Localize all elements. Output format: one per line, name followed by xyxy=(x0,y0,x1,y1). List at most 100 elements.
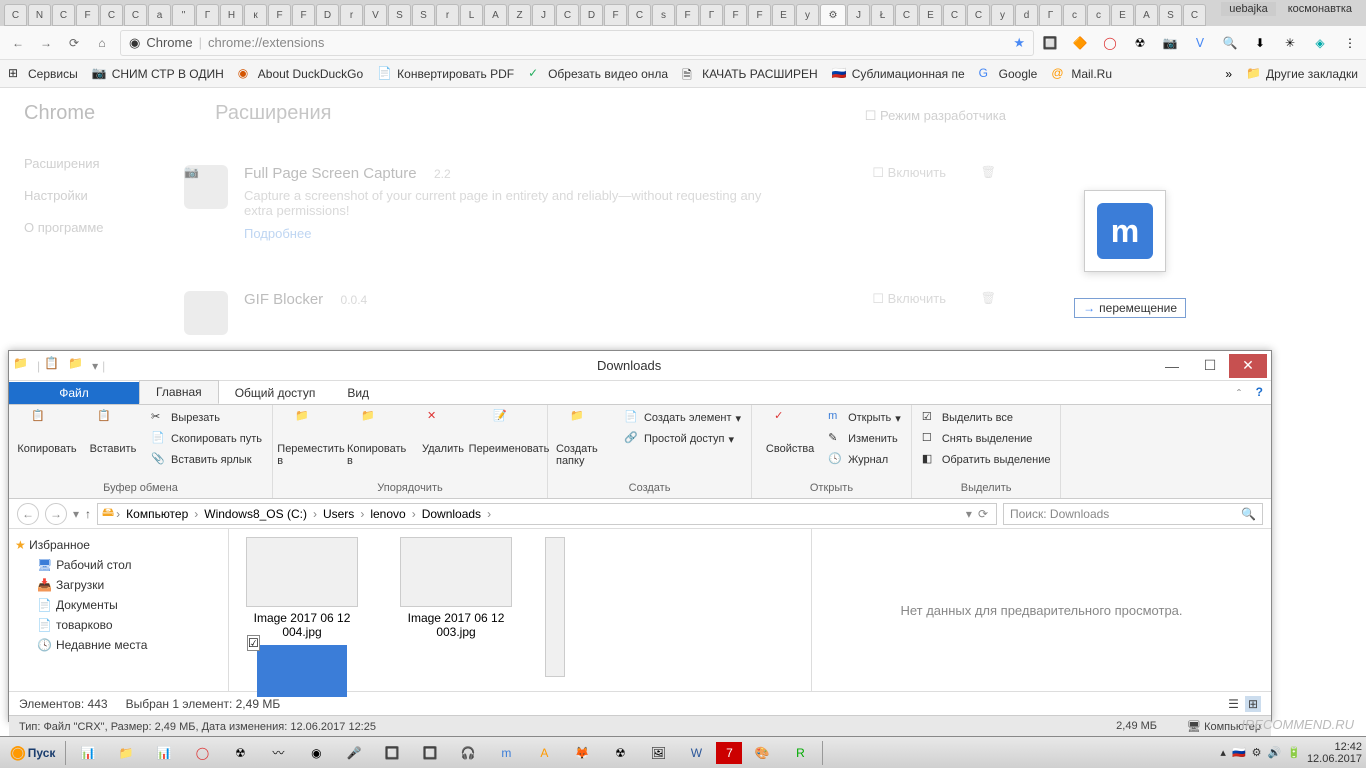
easyaccess-button[interactable]: 🔗Простой доступ ▾ xyxy=(622,430,743,448)
tab[interactable]: A xyxy=(484,4,507,26)
start-button[interactable]: ◉Пуск xyxy=(4,739,61,767)
tab[interactable]: F xyxy=(724,4,747,26)
copyto-button[interactable]: 📁Копировать в xyxy=(347,409,407,467)
reload-button[interactable]: ⟳ xyxy=(64,33,84,53)
history-button[interactable]: 🕓Журнал xyxy=(826,451,903,469)
tab[interactable]: D xyxy=(316,4,339,26)
pasteshortcut-button[interactable]: 📎Вставить ярлык xyxy=(149,451,264,469)
tab[interactable]: S xyxy=(412,4,435,26)
tab[interactable]: " xyxy=(172,4,195,26)
crumb[interactable]: Downloads xyxy=(418,507,485,521)
taskbar-icon[interactable]: 📁 xyxy=(108,739,144,767)
tab[interactable]: y xyxy=(991,4,1014,26)
tab[interactable]: Г xyxy=(1039,4,1062,26)
taskbar-icon[interactable]: 🎧 xyxy=(450,739,486,767)
tab[interactable]: F xyxy=(604,4,627,26)
minimize-button[interactable]: — xyxy=(1153,354,1191,378)
address-bar[interactable]: ◉ Chrome | chrome://extensions ★ xyxy=(120,30,1034,56)
crumb[interactable]: Windows8_OS (C:) xyxy=(200,507,311,521)
taskbar-icon[interactable]: 7 xyxy=(716,742,742,764)
user-tag[interactable]: космонавтка xyxy=(1280,2,1360,16)
tab[interactable]: a xyxy=(148,4,171,26)
ext-icon[interactable]: 🔍 xyxy=(1222,35,1238,51)
tab-home[interactable]: Главная xyxy=(139,380,219,404)
taskbar-icon[interactable]: R xyxy=(782,739,818,767)
taskbar-icon[interactable]: 🔲 xyxy=(412,739,448,767)
newfolder-button[interactable]: 📁Создать папку xyxy=(556,409,616,467)
enable-toggle[interactable]: ☐ Включить xyxy=(872,165,946,181)
tab[interactable]: A xyxy=(1135,4,1158,26)
taskbar-icon[interactable]: 🎤 xyxy=(336,739,372,767)
tab[interactable]: Г xyxy=(196,4,219,26)
tab[interactable]: J xyxy=(847,4,870,26)
taskbar-icon[interactable]: m xyxy=(488,739,524,767)
tab[interactable]: r xyxy=(436,4,459,26)
tab[interactable]: D xyxy=(580,4,603,26)
tab[interactable]: C xyxy=(52,4,75,26)
close-button[interactable]: ✕ xyxy=(1229,354,1267,378)
crumb[interactable]: Компьютер xyxy=(122,507,192,521)
ext-icon[interactable]: ◈ xyxy=(1312,35,1328,51)
rename-button[interactable]: 📝Переименовать xyxy=(479,409,539,455)
tab[interactable]: C xyxy=(1183,4,1206,26)
file-item[interactable]: Image 2017 06 12 004.jpg xyxy=(237,537,367,639)
tab[interactable]: E xyxy=(1111,4,1134,26)
nav-item[interactable]: 📄товарково xyxy=(15,615,222,635)
ext-icon[interactable]: 🔶 xyxy=(1072,35,1088,51)
taskbar-icon[interactable]: 🎨 xyxy=(744,739,780,767)
tab[interactable]: r xyxy=(340,4,363,26)
taskbar-icon[interactable]: 📊 xyxy=(70,739,106,767)
tab-file[interactable]: Файл xyxy=(9,382,139,404)
bookmark[interactable]: 📄Конвертировать PDF xyxy=(377,66,514,82)
bookmark[interactable]: 🇷🇺Сублимационная пе xyxy=(832,66,965,82)
tray-icon[interactable]: 🔊 xyxy=(1268,746,1282,759)
crumb[interactable]: Users xyxy=(319,507,358,521)
invertselect-button[interactable]: ◧Обратить выделение xyxy=(920,451,1053,469)
nav-item[interactable]: 📥Загрузки xyxy=(15,575,222,595)
ext-icon[interactable]: ⬇ xyxy=(1252,35,1268,51)
star-icon[interactable]: ★ xyxy=(1013,35,1025,51)
up-button[interactable]: ↑ xyxy=(85,507,91,521)
taskbar-icon[interactable]: ☢ xyxy=(222,739,258,767)
qat-icon[interactable]: 📋 xyxy=(44,356,64,376)
bookmark[interactable]: ✓Обрезать видео онла xyxy=(528,66,668,82)
view-thumb-icon[interactable]: ⊞ xyxy=(1245,696,1261,712)
tab[interactable]: V xyxy=(364,4,387,26)
refresh-button[interactable]: ⟳ xyxy=(978,507,988,521)
delete-button[interactable]: ✕Удалить xyxy=(413,409,473,455)
tab-share[interactable]: Общий доступ xyxy=(219,382,332,404)
nav-item[interactable]: 🕓Недавние места xyxy=(15,635,222,655)
tab[interactable]: J xyxy=(532,4,555,26)
taskbar-icon[interactable]: 🔲 xyxy=(374,739,410,767)
tab[interactable]: S xyxy=(388,4,411,26)
newitem-button[interactable]: 📄Создать элемент ▾ xyxy=(622,409,743,427)
nav-item[interactable]: 🖥Рабочий стол xyxy=(15,555,222,575)
clock-date[interactable]: 12.06.2017 xyxy=(1307,753,1362,765)
search-input[interactable]: Поиск: Downloads🔍 xyxy=(1003,503,1263,525)
tab[interactable]: C xyxy=(100,4,123,26)
tab[interactable]: C xyxy=(4,4,27,26)
crumb[interactable]: lenovo xyxy=(366,507,409,521)
tray-icon[interactable]: 🇷🇺 xyxy=(1232,746,1246,759)
tab[interactable]: L xyxy=(460,4,483,26)
taskbar-icon[interactable]: 📊 xyxy=(146,739,182,767)
tab[interactable]: d xyxy=(1015,4,1038,26)
bookmark-other[interactable]: 📁Другие закладки xyxy=(1246,66,1358,82)
sidebar-item[interactable]: О программе xyxy=(24,212,104,244)
tab-view[interactable]: Вид xyxy=(331,382,385,404)
sidebar-item[interactable]: Настройки xyxy=(24,180,104,212)
tray-icon[interactable]: 🔋 xyxy=(1287,746,1301,759)
tab[interactable]: Г xyxy=(700,4,723,26)
collapse-ribbon[interactable]: ˆ xyxy=(1237,387,1241,401)
tab[interactable]: Ł xyxy=(871,4,894,26)
scrollbar[interactable] xyxy=(545,537,565,677)
taskbar-icon[interactable]: 🦊 xyxy=(564,739,600,767)
user-tag[interactable]: uebajka xyxy=(1221,2,1276,16)
tab-active[interactable]: ⚙ xyxy=(820,4,846,26)
nav-item[interactable]: 📄Документы xyxy=(15,595,222,615)
maximize-button[interactable]: ☐ xyxy=(1191,354,1229,378)
qat-icon[interactable]: 📁 xyxy=(68,356,88,376)
file-view[interactable]: Image 2017 06 12 004.jpg ☑ Image 2017 06… xyxy=(229,529,811,691)
file-item[interactable]: Image 2017 06 12 003.jpg xyxy=(391,537,521,639)
dev-mode-toggle[interactable]: ☐ Режим разработчика xyxy=(865,108,1006,124)
